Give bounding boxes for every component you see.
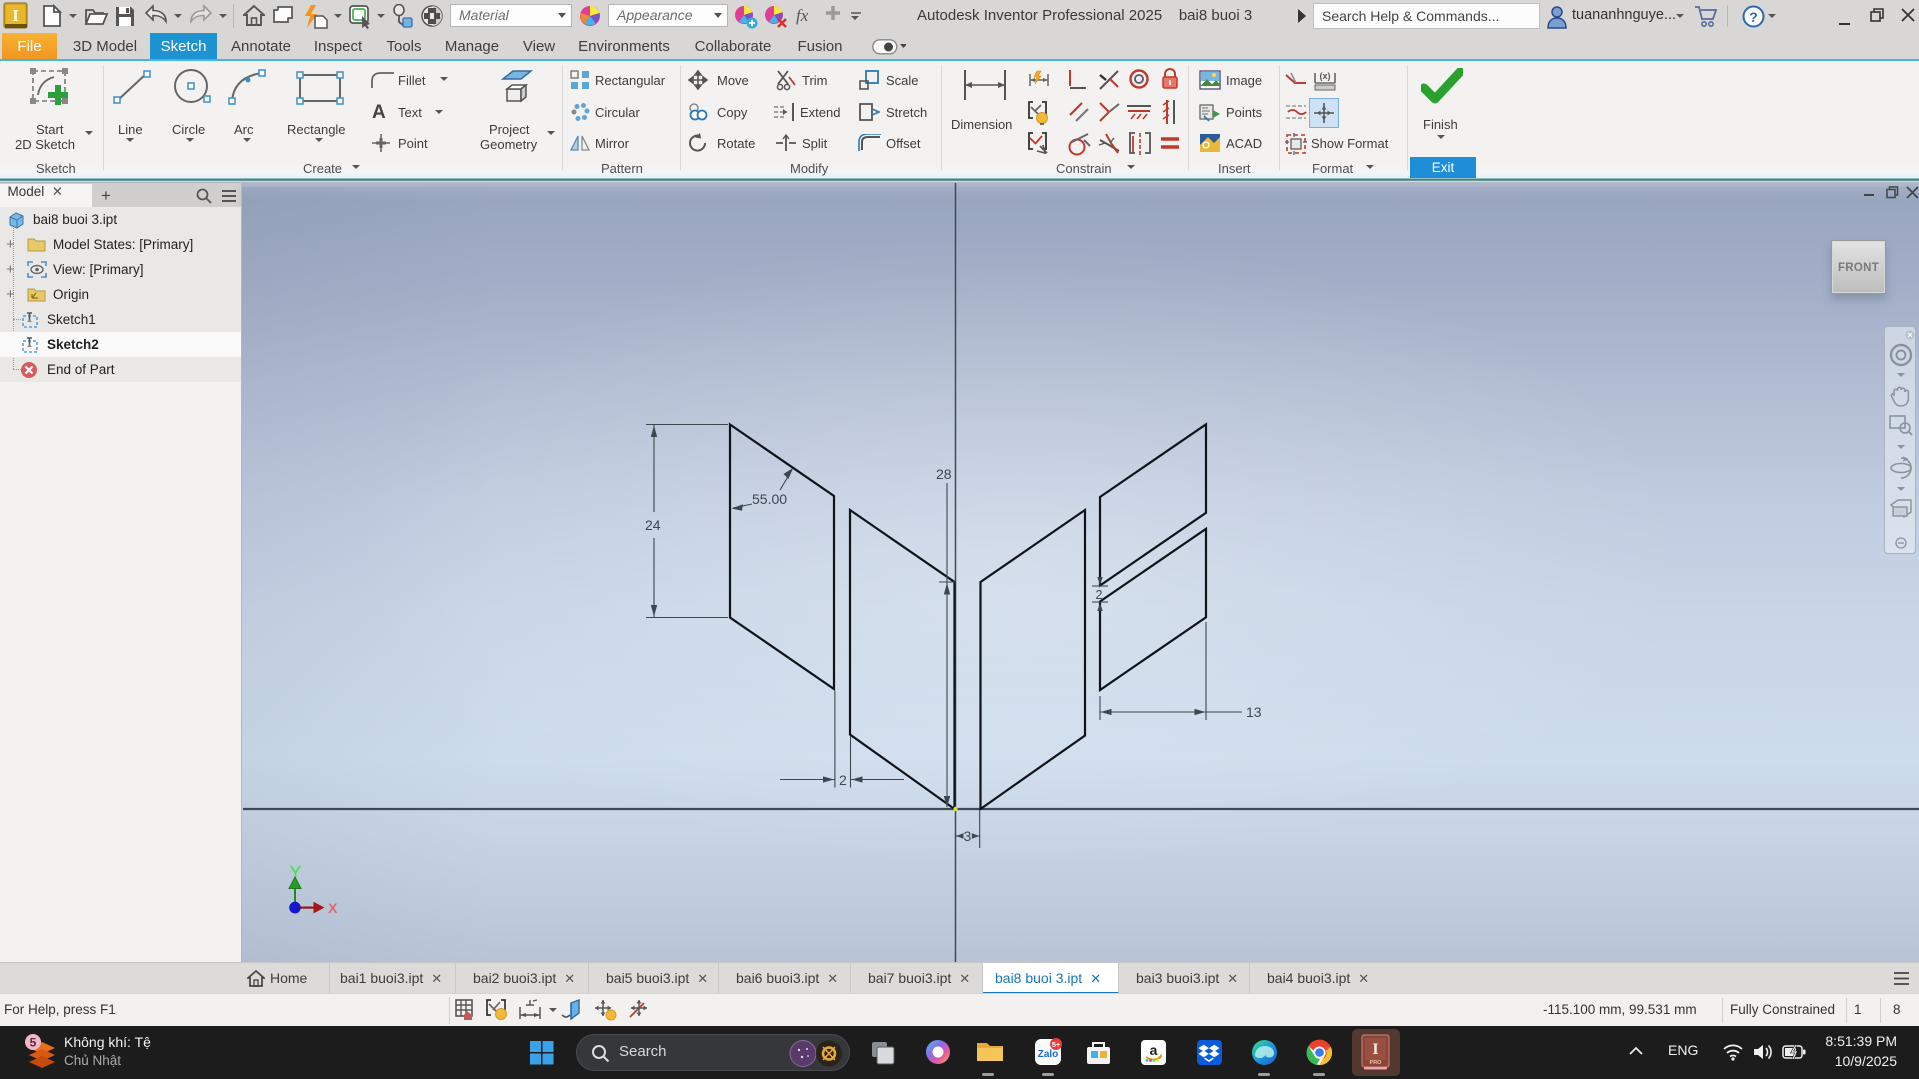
svg-text:13: 13: [1246, 704, 1262, 720]
svg-text:I: I: [1372, 1041, 1378, 1058]
svg-text:I: I: [12, 6, 19, 25]
svg-text:3: 3: [964, 828, 972, 844]
svg-text:a: a: [1150, 1042, 1158, 1058]
svg-text:2: 2: [1096, 588, 1103, 602]
svg-text:Zalo: Zalo: [1038, 1049, 1059, 1060]
svg-text:5+: 5+: [1052, 1040, 1061, 1049]
svg-text:(x): (x): [1320, 71, 1331, 81]
svg-text:PRO: PRO: [1370, 1060, 1383, 1066]
svg-text:55.00: 55.00: [752, 491, 787, 507]
svg-text:28: 28: [936, 466, 952, 482]
svg-text:?: ?: [1749, 9, 1758, 25]
svg-text:fx: fx: [796, 6, 809, 25]
svg-text:2: 2: [839, 772, 847, 788]
svg-text:X: X: [328, 900, 338, 916]
svg-text:24: 24: [645, 517, 661, 533]
svg-text:5: 5: [30, 1036, 37, 1050]
